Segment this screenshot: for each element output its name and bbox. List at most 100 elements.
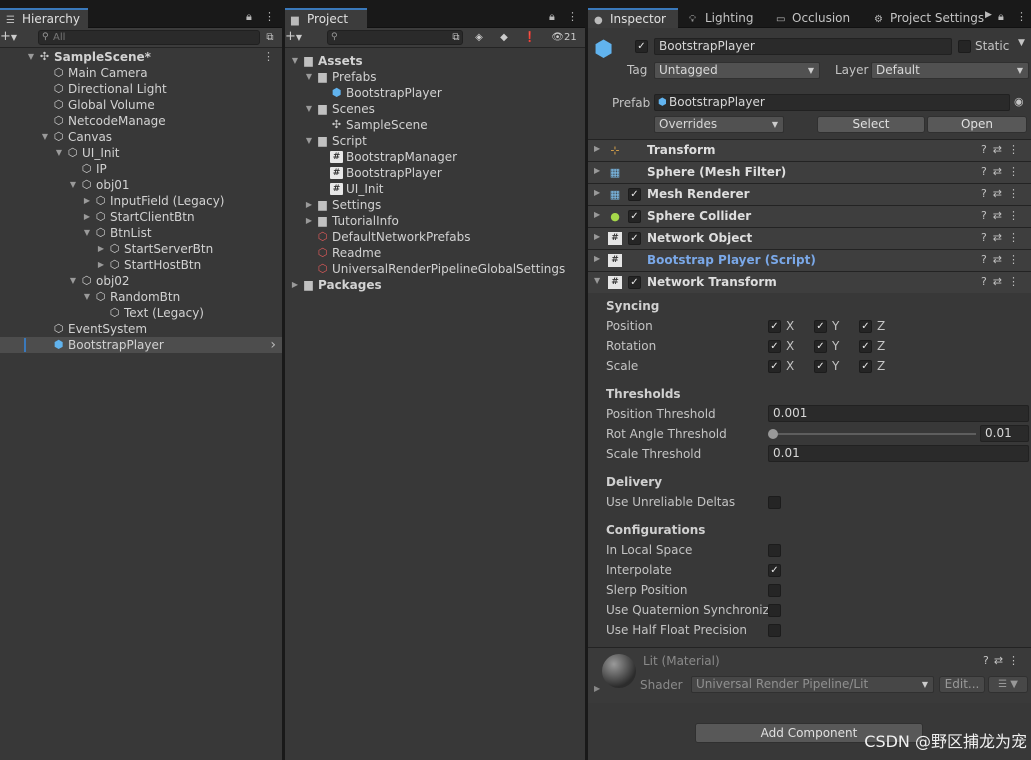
component-enabled-checkbox[interactable]: ✓: [628, 232, 641, 245]
position-threshold-input[interactable]: 0.001: [768, 405, 1029, 422]
open-button[interactable]: Open: [927, 116, 1027, 133]
tree-item[interactable]: ▶ ▆ Settings: [285, 197, 585, 213]
tree-item[interactable]: ▼ ▆ Prefabs: [285, 69, 585, 85]
tab-occlusion[interactable]: ▭ Occlusion: [770, 8, 856, 28]
rot-angle-slider-track[interactable]: [773, 433, 976, 435]
static-checkbox[interactable]: [958, 40, 971, 53]
tree-item[interactable]: ⬡ IP: [0, 161, 282, 177]
hierarchy-search-input[interactable]: ⚲ All: [38, 30, 260, 45]
tree-item[interactable]: ⬡ DefaultNetworkPrefabs: [285, 229, 585, 245]
lock-icon[interactable]: 🔒︎: [998, 10, 1004, 24]
tab-inspector[interactable]: ● Inspector: [588, 8, 678, 28]
tree-item[interactable]: ▶ ▆ TutorialInfo: [285, 213, 585, 229]
create-asset-button[interactable]: +▼: [285, 29, 307, 44]
shader-options-icon[interactable]: ☰ ▼: [988, 676, 1028, 693]
shader-dropdown[interactable]: Universal Render Pipeline/Lit ▼: [691, 676, 934, 693]
component-enabled-checkbox[interactable]: ✓: [628, 188, 641, 201]
collapse-arrow-icon[interactable]: ▶: [594, 166, 600, 175]
component-tools-icons[interactable]: ?⇄⋮: [981, 253, 1025, 266]
chevron-right-icon[interactable]: ›: [270, 337, 276, 353]
tree-item[interactable]: ▼ ⬡ obj02: [0, 273, 282, 289]
overrides-dropdown[interactable]: Overrides ▼: [654, 116, 784, 133]
tree-item[interactable]: ⬢ BootstrapPlayer: [285, 85, 585, 101]
expand-arrow-icon[interactable]: ▼: [290, 53, 300, 69]
sync-scale-x-checkbox[interactable]: ✓: [768, 360, 781, 373]
expand-arrow-icon[interactable]: ▼: [82, 289, 92, 305]
prefab-object-field[interactable]: ⬢ BootstrapPlayer: [654, 94, 1010, 111]
component-enabled-checkbox[interactable]: ✓: [628, 276, 641, 289]
collapse-arrow-icon[interactable]: ▶: [96, 241, 106, 257]
layer-dropdown[interactable]: Default ▼: [871, 62, 1029, 79]
tree-item[interactable]: ▼ ⬡ BtnList: [0, 225, 282, 241]
rot-angle-slider-handle[interactable]: [768, 429, 778, 439]
option-checkbox[interactable]: ✓: [768, 564, 781, 577]
tree-item[interactable]: ▶ ▆ Packages: [285, 277, 585, 293]
type-filter-icon[interactable]: ◈: [471, 30, 487, 45]
component-enabled-checkbox[interactable]: ✓: [628, 210, 641, 223]
expand-arrow-icon[interactable]: ▼: [304, 133, 314, 149]
kebab-menu-icon[interactable]: ⋮: [264, 10, 275, 23]
search-filter-icon[interactable]: ⧉: [448, 30, 464, 45]
tree-item[interactable]: # BootstrapManager: [285, 149, 585, 165]
search-filter-icon[interactable]: ⧉: [262, 30, 278, 45]
collapse-arrow-icon[interactable]: ▶: [594, 254, 600, 263]
tree-item[interactable]: ⬢ BootstrapPlayer ›: [0, 337, 282, 353]
tree-item[interactable]: ⬡ UniversalRenderPipelineGlobalSettings: [285, 261, 585, 277]
component-tools-icons[interactable]: ?⇄⋮: [981, 275, 1025, 288]
component-tools-icons[interactable]: ?⇄⋮: [981, 231, 1025, 244]
tab-project[interactable]: ▆ Project: [285, 8, 367, 28]
tree-item[interactable]: ▼ ▆ Scenes: [285, 101, 585, 117]
object-name-input[interactable]: BootstrapPlayer: [654, 38, 952, 55]
sync-position-z-checkbox[interactable]: ✓: [859, 320, 872, 333]
tree-item[interactable]: ⬡ NetcodeManage: [0, 113, 282, 129]
tab-lighting[interactable]: 💡︎ Lighting: [683, 8, 760, 28]
expand-arrow-icon[interactable]: ▼: [68, 273, 78, 289]
tree-item[interactable]: ▼ ⬡ Canvas: [0, 129, 282, 145]
component-header[interactable]: ▶ # Bootstrap Player (Script) ?⇄⋮: [588, 249, 1031, 271]
option-checkbox[interactable]: [768, 544, 781, 557]
collapse-arrow-icon[interactable]: ▶: [594, 144, 600, 153]
shader-edit-button[interactable]: Edit...: [939, 676, 985, 693]
option-checkbox[interactable]: [768, 624, 781, 637]
tag-dropdown[interactable]: Untagged ▼: [654, 62, 820, 79]
tab-scroll-right-icon[interactable]: ▶: [985, 10, 992, 20]
tree-item[interactable]: ▶ ⬡ StartServerBtn: [0, 241, 282, 257]
label-filter-icon[interactable]: ◆: [496, 30, 512, 45]
tree-item[interactable]: ▼ ⬡ obj01: [0, 177, 282, 193]
tree-item[interactable]: ▼ ⬡ RandomBtn: [0, 289, 282, 305]
collapse-arrow-icon[interactable]: ▶: [82, 193, 92, 209]
material-tools-icons[interactable]: ?⇄⋮: [983, 654, 1024, 667]
tree-item[interactable]: ▶ ⬡ StartClientBtn: [0, 209, 282, 225]
tree-item[interactable]: # BootstrapPlayer: [285, 165, 585, 181]
kebab-menu-icon[interactable]: ⋮: [567, 10, 578, 23]
sync-rotation-y-checkbox[interactable]: ✓: [814, 340, 827, 353]
tree-item[interactable]: ⬡ Readme: [285, 245, 585, 261]
component-header[interactable]: ▶ ▦ ✓ Mesh Renderer ?⇄⋮: [588, 183, 1031, 205]
collapse-arrow-icon[interactable]: ▶: [290, 277, 300, 293]
sync-rotation-z-checkbox[interactable]: ✓: [859, 340, 872, 353]
sync-scale-y-checkbox[interactable]: ✓: [814, 360, 827, 373]
sync-scale-z-checkbox[interactable]: ✓: [859, 360, 872, 373]
select-button[interactable]: Select: [817, 116, 925, 133]
object-active-checkbox[interactable]: ✓: [635, 40, 648, 53]
component-tools-icons[interactable]: ?⇄⋮: [981, 165, 1025, 178]
component-header[interactable]: ▼ # ✓ Network Transform ?⇄⋮: [588, 271, 1031, 293]
component-header[interactable]: ▶ ● ✓ Sphere Collider ?⇄⋮: [588, 205, 1031, 227]
option-checkbox[interactable]: [768, 496, 781, 509]
collapse-arrow-icon[interactable]: ▶: [594, 210, 600, 219]
component-tools-icons[interactable]: ?⇄⋮: [981, 209, 1025, 222]
collapse-arrow-icon[interactable]: ▶: [304, 213, 314, 229]
expand-arrow-icon[interactable]: ▼: [68, 177, 78, 193]
sync-position-y-checkbox[interactable]: ✓: [814, 320, 827, 333]
object-picker-icon[interactable]: ◉: [1014, 95, 1024, 108]
sync-rotation-x-checkbox[interactable]: ✓: [768, 340, 781, 353]
component-tools-icons[interactable]: ?⇄⋮: [981, 187, 1025, 200]
option-checkbox[interactable]: [768, 604, 781, 617]
hidden-packages-toggle[interactable]: 👁︎21: [547, 30, 581, 45]
tree-item[interactable]: ⬡ Directional Light: [0, 81, 282, 97]
collapse-arrow-icon[interactable]: ▶: [594, 188, 600, 197]
sync-position-x-checkbox[interactable]: ✓: [768, 320, 781, 333]
tree-item[interactable]: ✣ SampleScene: [285, 117, 585, 133]
tree-item[interactable]: ▶ ⬡ InputField (Legacy): [0, 193, 282, 209]
tree-item[interactable]: ▼ ⬡ UI_Init: [0, 145, 282, 161]
